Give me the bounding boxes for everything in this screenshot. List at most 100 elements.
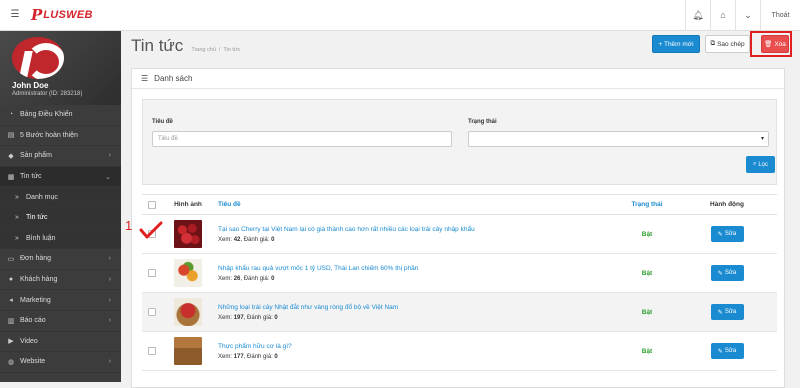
add-new-button[interactable]: + Thêm mới [652, 35, 700, 53]
chevron-right-icon: › [108, 152, 111, 160]
article-title-link[interactable]: Nhập khẩu rau quả vượt mốc 1 tỷ USD, Thá… [218, 265, 617, 272]
table-row: Những loại trái cây Nhật đắt như vàng rò… [142, 292, 777, 332]
status-badge[interactable]: Bật [617, 214, 677, 254]
breadcrumb-home[interactable]: Trang chủ [191, 47, 216, 53]
sidebar-item-5-steps[interactable]: ▤ 5 Bước hoàn thiện [0, 126, 121, 147]
sidebar-item-label: Báo cáo [20, 317, 46, 325]
edit-button-label: Sửa [724, 348, 737, 354]
sidebar-item-news[interactable]: ▦ Tin tức ⌄ [0, 166, 121, 188]
annotation-number-1: 1 [125, 218, 133, 233]
panel-title: Danh sách [154, 74, 193, 83]
copy-button[interactable]: ⧉ Sao chép [705, 35, 750, 53]
logout-button[interactable]: Thoát [760, 0, 800, 30]
user-name: John Doe [12, 81, 49, 90]
trash-icon: 🗑︎ [764, 41, 773, 48]
row-image-cell [162, 214, 214, 254]
status-filter-select[interactable]: ▾ [468, 131, 769, 147]
article-meta: Xem: 197, Đánh giá: 0 [218, 314, 278, 321]
rating-value: 0 [274, 314, 278, 321]
table-row: Tại sao Cherry tại Việt Nam lại có giá t… [142, 214, 777, 254]
sidebar-subitem-categories[interactable]: » Danh mục [0, 187, 121, 208]
table-header-row: Hình ảnh Tiêu đề Trạng thái Hành động [142, 194, 777, 215]
table-row: Thực phẩm hữu cơ là gì? Xem: 177, Đánh g… [142, 331, 777, 371]
views-label: Xem: [218, 275, 233, 282]
pencil-icon: ✎ [717, 231, 723, 238]
article-title-link[interactable]: Thực phẩm hữu cơ là gì? [218, 343, 617, 350]
search-icon: ⌕ [752, 161, 757, 167]
chevron-right-icon: › [108, 358, 111, 366]
views-count: 197 [233, 314, 244, 321]
title-filter-input[interactable]: Tiêu đề [152, 131, 452, 147]
edit-button-label: Sửa [724, 231, 737, 237]
sidebar-subitem-news[interactable]: » Tin tức [0, 207, 121, 229]
sidebar-item-products[interactable]: ◆ Sản phẩm › [0, 146, 121, 167]
column-header-status[interactable]: Trạng thái [617, 194, 677, 215]
status-badge[interactable]: Bật [617, 253, 677, 293]
row-title-cell: Tại sao Cherry tại Việt Nam lại có giá t… [214, 214, 617, 254]
sidebar-item-label: Video [20, 337, 38, 345]
row-checkbox[interactable] [148, 269, 156, 277]
sidebar-item-marketing[interactable]: ◂ Marketing › [0, 290, 121, 311]
logo[interactable]: P LUSWEB [31, 7, 93, 23]
newspaper-icon: ▦ [7, 173, 15, 181]
sidebar-item-label: Đơn hàng [20, 255, 52, 263]
column-header-image: Hình ảnh [162, 194, 214, 215]
breadcrumb-separator: / [218, 47, 221, 53]
row-checkbox[interactable] [148, 308, 156, 316]
sidebar-item-label: Marketing [20, 296, 51, 304]
sidebar-subitem-comments[interactable]: » Bình luận [0, 228, 121, 250]
list-icon: ☰ [141, 74, 149, 83]
status-badge[interactable]: Bật [617, 331, 677, 371]
row-select-cell [142, 292, 162, 332]
sidebar-item-orders[interactable]: ▭ Đơn hàng › [0, 249, 121, 270]
organic-food-thumbnail [174, 337, 202, 365]
rating-value: 0 [271, 275, 275, 282]
row-checkbox[interactable] [148, 347, 156, 355]
edit-button[interactable]: ✎ Sửa [710, 226, 744, 242]
edit-button[interactable]: ✎ Sửa [710, 304, 744, 320]
page-title: Tin tức [131, 36, 184, 55]
sidebar-item-label: 5 Bước hoàn thiện [20, 131, 78, 139]
sidebar-item-label: Website [20, 358, 46, 366]
title-filter-label: Tiêu đề [152, 119, 173, 125]
status-badge[interactable]: Bật [617, 292, 677, 332]
sidebar-item-video[interactable]: ▶ Video [0, 332, 121, 353]
rating-label: Đánh giá: [243, 275, 270, 282]
top-bar: ☰ P LUSWEB 🔔︎ ⌂ ⌄ Thoát [0, 0, 800, 31]
annotation-checkmark-icon [139, 221, 163, 239]
chevron-down-icon[interactable]: ⌄ [735, 0, 760, 30]
home-icon[interactable]: ⌂ [710, 0, 735, 30]
edit-button-label: Sửa [724, 270, 737, 276]
user-role: Administrator (ID: 283218) [12, 91, 83, 97]
article-title-link[interactable]: Tại sao Cherry tại Việt Nam lại có giá t… [218, 226, 617, 233]
panel-header: ☰ Danh sách [132, 69, 784, 89]
sidebar-item-dashboard[interactable]: ◔ Bảng Điều Khiển [0, 105, 121, 126]
page-header: Tin tức Trang chủ / Tin tức [131, 36, 240, 56]
row-actions-cell: ✎ Sửa [677, 331, 777, 371]
select-all-checkbox[interactable] [148, 200, 156, 209]
filter-button[interactable]: ⌕ Lọc [746, 156, 775, 173]
views-label: Xem: [218, 314, 233, 321]
vegetables-thumbnail [174, 259, 202, 287]
rating-value: 0 [271, 236, 275, 243]
column-header-title[interactable]: Tiêu đề [214, 194, 617, 215]
chart-icon: ▥ [7, 317, 15, 325]
delete-button[interactable]: 🗑︎ Xóa [761, 35, 789, 53]
edit-button[interactable]: ✎ Sửa [710, 265, 744, 281]
sidebar-item-website[interactable]: ◍ Website › [0, 352, 121, 373]
bell-icon[interactable]: 🔔︎ [685, 0, 710, 30]
share-icon: ◂ [9, 297, 13, 305]
article-title-link[interactable]: Những loại trái cây Nhật đắt như vàng rò… [218, 304, 617, 311]
caret-down-icon: ▾ [760, 136, 764, 142]
logo-text: LUSWEB [43, 9, 93, 21]
edit-button[interactable]: ✎ Sửa [710, 343, 744, 359]
views-label: Xem: [218, 236, 233, 243]
book-icon: ▤ [7, 132, 15, 140]
delete-button-label: Xóa [774, 40, 786, 48]
sidebar-item-customers[interactable]: ● Khách hàng › [0, 270, 121, 291]
row-image-cell [162, 292, 214, 332]
sidebar-item-label: Bình luận [26, 234, 56, 242]
hamburger-icon[interactable]: ☰ [8, 9, 22, 21]
sidebar-item-reports[interactable]: ▥ Báo cáo › [0, 311, 121, 332]
pencil-icon: ✎ [717, 309, 723, 316]
